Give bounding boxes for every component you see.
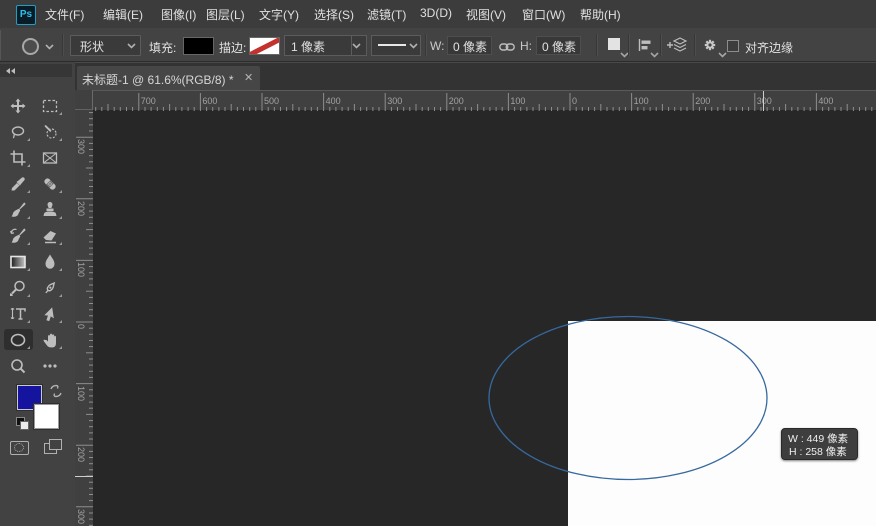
- svg-text:600: 600: [202, 96, 217, 106]
- svg-text:500: 500: [264, 96, 279, 106]
- svg-text:100: 100: [510, 96, 525, 106]
- svg-text:300: 300: [757, 96, 772, 106]
- svg-text:200: 200: [695, 96, 710, 106]
- svg-text:200: 200: [449, 96, 464, 106]
- svg-text:0: 0: [572, 96, 577, 106]
- svg-text:300: 300: [387, 96, 402, 106]
- svg-text:700: 700: [141, 96, 156, 106]
- svg-text:400: 400: [818, 96, 833, 106]
- svg-text:100: 100: [634, 96, 649, 106]
- svg-text:400: 400: [326, 96, 341, 106]
